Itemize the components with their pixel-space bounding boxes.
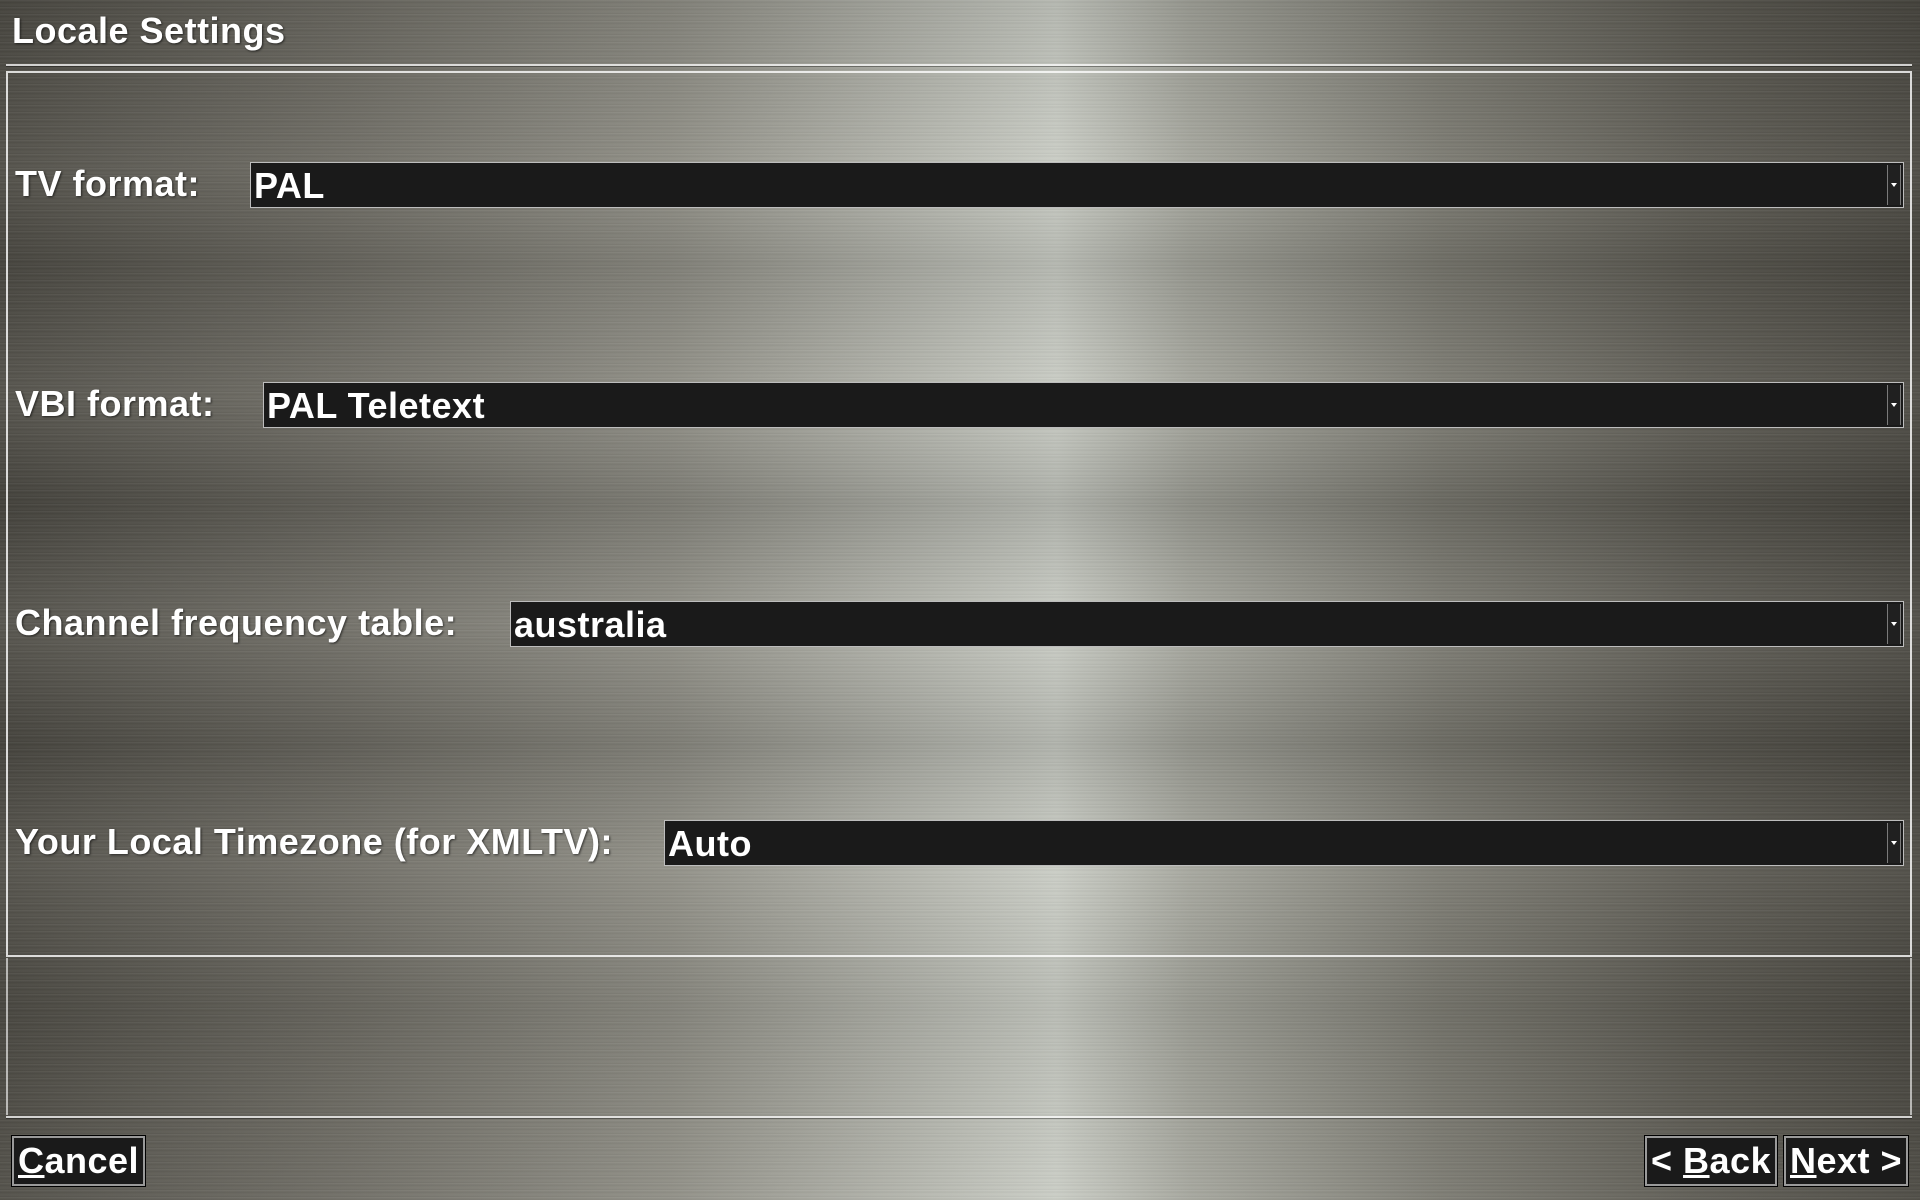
timezone-label: Your Local Timezone (for XMLTV): [15, 821, 614, 862]
channel-frequency-table-label: Channel frequency table: [15, 602, 458, 643]
page-title: Locale Settings [12, 10, 286, 51]
timezone-value: Auto [668, 823, 752, 864]
dropdown-arrow-icon[interactable] [1887, 823, 1901, 863]
help-text-area [6, 958, 1912, 1115]
dropdown-arrow-icon[interactable] [1887, 604, 1901, 644]
back-label-rest: ack [1709, 1140, 1772, 1181]
cancel-button[interactable]: Cancel [10, 1135, 147, 1187]
tv-format-select[interactable]: PAL [250, 162, 1904, 208]
cancel-mnemonic: C [18, 1140, 45, 1181]
next-mnemonic: N [1790, 1140, 1817, 1181]
dropdown-arrow-icon[interactable] [1887, 385, 1901, 425]
cancel-label-rest: ancel [44, 1140, 140, 1181]
back-mnemonic: B [1683, 1140, 1710, 1181]
dropdown-arrow-icon[interactable] [1887, 165, 1901, 205]
tv-format-value: PAL [254, 165, 325, 206]
vbi-format-select[interactable]: PAL Teletext [263, 382, 1904, 428]
back-button[interactable]: < Back [1643, 1135, 1779, 1187]
vbi-format-value: PAL Teletext [267, 385, 486, 426]
timezone-select[interactable]: Auto [664, 820, 1904, 866]
button-bar-divider [6, 1116, 1912, 1118]
channel-frequency-table-select[interactable]: australia [510, 601, 1904, 647]
tv-format-label: TV format: [15, 163, 200, 204]
back-prefix: < [1651, 1140, 1684, 1181]
next-button[interactable]: Next > [1782, 1135, 1910, 1187]
title-divider [6, 64, 1912, 66]
next-label-rest: ext > [1816, 1140, 1903, 1181]
channel-frequency-table-value: australia [514, 604, 667, 645]
vbi-format-label: VBI format: [15, 383, 215, 424]
